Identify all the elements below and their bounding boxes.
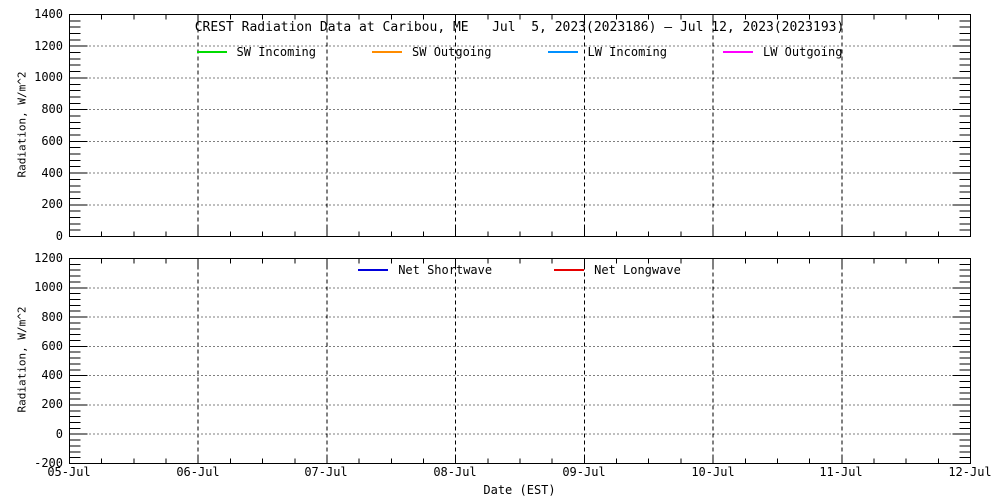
- legend-label-net-longwave: Net Longwave: [594, 263, 681, 277]
- x-tick-label: 06-Jul: [176, 465, 220, 479]
- y-tick-label: 400: [41, 166, 63, 180]
- y-tick-label: 0: [55, 229, 63, 243]
- y-tick-label: 1400: [34, 7, 63, 21]
- legend-label-sw-incoming: SW Incoming: [236, 45, 317, 59]
- legend-label-lw-incoming: LW Incoming: [587, 45, 667, 59]
- x-tick-label: 12-Jul: [948, 465, 992, 479]
- y-tick-label: 400: [41, 368, 63, 382]
- net-shortwave-line-swatch: [358, 269, 389, 271]
- net-longwave-line-swatch: [554, 269, 585, 271]
- y-tick-label: 1000: [34, 70, 63, 84]
- legend-item-sw-outgoing: SW Outgoing: [372, 45, 492, 59]
- y-tick-label: 800: [41, 310, 63, 324]
- legend-item-lw-incoming: LW Incoming: [547, 45, 667, 59]
- y-tick-label: 600: [41, 339, 63, 353]
- x-axis-title: Date (EST): [483, 483, 556, 497]
- sw-outgoing-line-swatch: [372, 51, 403, 53]
- legend-label-sw-outgoing: SW Outgoing: [412, 45, 492, 59]
- axes-gridlines-layer: [69, 14, 971, 464]
- y-tick-label: 200: [41, 397, 63, 411]
- radiation-chart-figure: CREST Radiation Data at Caribou, ME Jul …: [0, 0, 1000, 500]
- y-tick-label: 800: [41, 102, 63, 116]
- legend-item-lw-outgoing: LW Outgoing: [722, 45, 843, 59]
- x-tick-label: 05-Jul: [47, 465, 91, 479]
- legend-item-net-shortwave: Net Shortwave: [358, 263, 492, 277]
- legend-label-lw-outgoing: LW Outgoing: [762, 45, 843, 59]
- y-tick-label: 1000: [34, 280, 63, 294]
- x-tick-label: 09-Jul: [562, 465, 606, 479]
- y-tick-label: 0: [55, 427, 63, 441]
- x-tick-label: 07-Jul: [304, 465, 348, 479]
- lw-outgoing-line-swatch: [722, 51, 753, 53]
- panel2-legend: Net Shortwave Net Longwave: [69, 263, 970, 277]
- chart-title: CREST Radiation Data at Caribou, ME Jul …: [194, 20, 845, 35]
- x-tick-label: 08-Jul: [433, 465, 477, 479]
- y-tick-label: 200: [41, 197, 63, 211]
- legend-item-sw-incoming: SW Incoming: [196, 45, 317, 59]
- lw-incoming-line-swatch: [547, 51, 578, 53]
- y-tick-label: 1200: [34, 251, 63, 265]
- sw-incoming-line-swatch: [196, 51, 227, 53]
- x-tick-label: 10-Jul: [691, 465, 735, 479]
- y-tick-label: 600: [41, 134, 63, 148]
- panel1-legend: SW Incoming SW Outgoing LW Incoming LW O…: [69, 45, 970, 59]
- x-tick-label: 11-Jul: [819, 465, 863, 479]
- legend-item-net-longwave: Net Longwave: [554, 263, 681, 277]
- legend-label-net-shortwave: Net Shortwave: [398, 263, 493, 277]
- y-tick-label: 1200: [34, 39, 63, 53]
